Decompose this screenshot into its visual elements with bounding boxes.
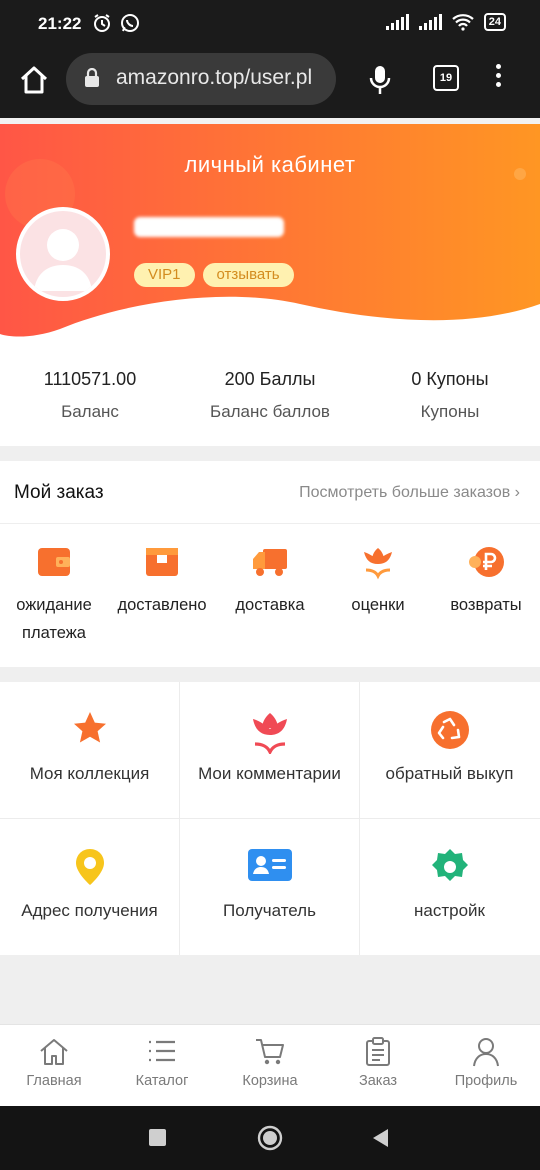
order-status-reviews[interactable]: оценки — [324, 541, 432, 647]
recycle-icon — [430, 711, 469, 749]
nav-cart[interactable]: Корзина — [216, 1025, 324, 1107]
service-label: Моя коллекция — [29, 764, 150, 783]
home-icon — [40, 1039, 68, 1065]
browser-toolbar: amazonro.top/user.pl 19 — [0, 48, 540, 118]
stat-points[interactable]: 200 Баллы Баланс баллов — [180, 353, 360, 446]
url-text: amazonro.top/user.pl — [116, 66, 313, 89]
wifi-icon — [452, 14, 474, 31]
order-status-pending-payment[interactable]: ожидание платежа — [0, 541, 108, 647]
status-time: 21:22 — [38, 14, 82, 33]
nav-catalog[interactable]: Каталог — [108, 1025, 216, 1107]
order-status-label: ожидание платежа — [16, 596, 92, 642]
flower-icon — [364, 548, 392, 580]
recipient-button[interactable]: Получатель — [180, 819, 359, 955]
order-status-label: доставка — [235, 596, 305, 614]
view-more-label: Посмотреть больше заказов — [299, 484, 511, 501]
menu-kebab-icon[interactable] — [496, 64, 501, 91]
alarm-icon — [94, 14, 110, 32]
order-status-delivered[interactable]: доставлено — [108, 541, 216, 647]
user-icon — [473, 1038, 499, 1067]
nav-label: Каталог — [135, 1073, 189, 1089]
nav-label: Профиль — [454, 1073, 518, 1089]
nav-label: Главная — [26, 1073, 82, 1089]
tabs-icon[interactable]: 19 — [433, 65, 459, 91]
lock-icon — [85, 68, 99, 87]
mic-icon[interactable] — [368, 64, 392, 96]
user-avatar-icon — [34, 229, 92, 291]
truck-icon — [253, 549, 287, 576]
chevron-right-icon: › — [514, 484, 520, 501]
back-icon[interactable] — [372, 1128, 389, 1148]
signal-icon — [418, 14, 442, 30]
nav-label: Заказ — [358, 1073, 398, 1089]
signal-icon — [385, 14, 409, 30]
list-icon — [149, 1040, 175, 1062]
stat-balance[interactable]: 1110571.00 Баланс — [0, 353, 180, 446]
status-bar: 21:22 24 — [0, 0, 540, 48]
stat-label: Купоны — [420, 402, 480, 421]
recents-icon[interactable] — [149, 1129, 166, 1146]
service-label: обратный выкуп — [385, 764, 514, 783]
nav-orders[interactable]: Заказ — [324, 1025, 432, 1107]
order-status-label: возвраты — [450, 596, 522, 614]
delivery-address-button[interactable]: Адрес получения — [0, 819, 179, 955]
page-title: личный кабинет — [184, 152, 356, 177]
service-label: Получатель — [223, 901, 316, 920]
profile-header: личный кабинет VIP1 отзывать — [0, 118, 540, 353]
stat-label: Баланс — [61, 402, 119, 421]
avatar[interactable] — [16, 207, 110, 301]
settings-button[interactable]: настройк — [360, 819, 539, 955]
service-label: настройк — [414, 901, 485, 920]
system-navigation-bar — [0, 1106, 540, 1170]
my-comments-button[interactable]: Мои комментарии — [180, 682, 359, 818]
services-grid: Моя коллекция Мои комментарии обратный в… — [0, 682, 540, 955]
stat-value: 1110571.00 — [43, 369, 137, 389]
id-card-icon — [247, 849, 292, 881]
home-icon[interactable] — [18, 64, 50, 96]
vip-badge: VIP1 — [134, 263, 195, 287]
gear-icon — [431, 849, 468, 881]
order-status-label: оценки — [351, 596, 405, 614]
orders-title: Мой заказ — [14, 482, 104, 503]
buyback-button[interactable]: обратный выкуп — [360, 682, 539, 818]
stat-coupons[interactable]: 0 Купоны Купоны — [360, 353, 540, 446]
box-icon — [146, 548, 178, 576]
account-stats: 1110571.00 Баланс 200 Баллы Баланс балло… — [0, 353, 540, 446]
home-button-icon[interactable] — [257, 1125, 283, 1151]
view-more-orders-link[interactable]: Посмотреть больше заказов › — [299, 484, 520, 502]
nav-home[interactable]: Главная — [0, 1025, 108, 1107]
review-badge[interactable]: отзывать — [202, 263, 294, 287]
my-orders-section: Мой заказ Посмотреть больше заказов › ож… — [0, 461, 540, 667]
order-status-label: доставлено — [117, 596, 207, 614]
whatsapp-icon — [121, 14, 139, 32]
my-collection-button[interactable]: Моя коллекция — [0, 682, 179, 818]
nav-label: Корзина — [242, 1073, 298, 1089]
location-pin-icon — [75, 849, 104, 885]
wallet-icon — [38, 548, 70, 576]
tulip-icon — [252, 713, 287, 754]
service-label: Мои комментарии — [198, 764, 341, 783]
battery-icon: 24 — [483, 13, 506, 31]
service-label: Адрес получения — [21, 901, 158, 920]
stat-value: 0 Купоны — [411, 369, 489, 389]
order-status-shipping[interactable]: доставка — [216, 541, 324, 647]
nav-profile[interactable]: Профиль — [432, 1025, 540, 1107]
star-icon — [73, 712, 106, 743]
order-status-returns[interactable]: возвраты — [432, 541, 540, 647]
bottom-navigation: Главная Каталог Корзина Заказ Профиль — [0, 1024, 540, 1107]
username-redacted — [134, 217, 284, 237]
clipboard-icon — [366, 1037, 390, 1066]
stat-value: 200 Баллы — [224, 369, 316, 389]
stat-label: Баланс баллов — [210, 402, 330, 421]
cart-icon — [256, 1039, 284, 1065]
ruble-icon — [469, 547, 504, 577]
url-bar[interactable]: amazonro.top/user.pl — [66, 53, 336, 105]
